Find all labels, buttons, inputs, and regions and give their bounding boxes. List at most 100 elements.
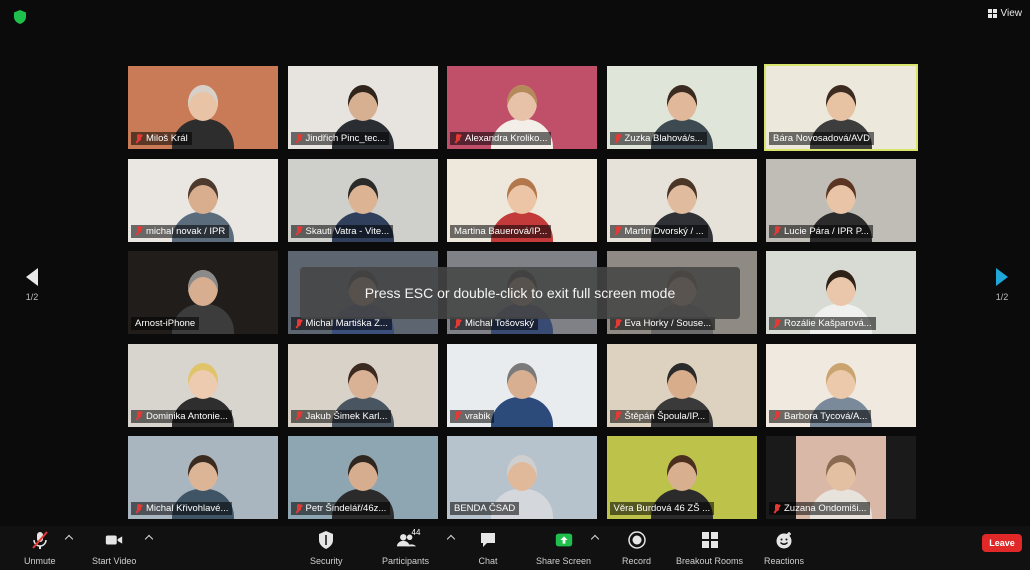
participant-name-tag: Věra Burdová 46 ZŠ ... [609, 502, 715, 515]
participant-name: Rozálie Kašparová... [784, 318, 872, 329]
participant-name: vrabik [465, 410, 491, 422]
participant-name-tag: Skauti Vatra - Vite... [290, 224, 394, 238]
participant-name: Alexandra Kroliko... [465, 133, 548, 144]
record-label: Record [622, 556, 652, 566]
participant-tile[interactable]: Zuzana Ondomiši... [764, 434, 918, 521]
participant-name-tag: BENDA ČSAD [450, 502, 520, 515]
participant-name: Martin Dvorský / ... [624, 225, 704, 237]
participant-tile[interactable]: vrabik [445, 342, 599, 429]
participant-tile[interactable]: Jakub Šimek Karl... [286, 342, 440, 429]
participant-tile[interactable]: Michal Křivohlavé... [126, 434, 280, 521]
participant-tile[interactable]: BENDA ČSAD [445, 434, 599, 521]
mic-muted-icon [773, 411, 781, 421]
participant-name-tag: Martina Bauerová/IP... [450, 224, 552, 238]
security-button[interactable]: Security [310, 530, 343, 566]
participant-name-tag: Bára Novosadová/AVD [769, 132, 874, 145]
record-button[interactable]: Record [622, 530, 651, 566]
breakout-rooms-button[interactable]: Breakout Rooms [676, 530, 743, 566]
participant-name: Štěpán Špoula/IP... [624, 410, 706, 422]
participant-tile[interactable]: Skauti Vatra - Vite... [286, 157, 440, 244]
mic-muted-icon [614, 226, 622, 236]
participant-name-tag: Lucie Pára / IPR P... [769, 224, 873, 238]
breakout-rooms-icon [700, 530, 720, 550]
chat-label: Chat [478, 556, 498, 566]
participant-tile[interactable]: Miloš Král [126, 64, 280, 151]
unmute-button[interactable]: Unmute [24, 530, 56, 566]
participant-tile[interactable]: Barbora Tycová/A... [764, 342, 918, 429]
participant-tile[interactable]: michal novak / IPR [126, 157, 280, 244]
participant-tile[interactable]: Jindřich Pinc_tec... [286, 64, 440, 151]
mic-muted-icon [614, 411, 622, 421]
arrow-left-icon [26, 268, 38, 286]
video-options-caret-icon[interactable] [144, 534, 154, 544]
participant-tile[interactable]: Štěpán Špoula/IP... [605, 342, 759, 429]
participant-name-tag: Martin Dvorský / ... [609, 224, 708, 238]
participant-tile[interactable]: Martin Dvorský / ... [605, 157, 759, 244]
participant-name-tag: Miloš Král [131, 132, 192, 145]
start-video-button[interactable]: Start Video [92, 530, 136, 566]
participant-name: Zuzka Blahová/s... [624, 133, 703, 144]
participant-tile[interactable]: Arnost-iPhone [126, 249, 280, 336]
share-screen-button[interactable]: Share Screen [536, 530, 591, 566]
next-page-button[interactable]: 1/2 [982, 268, 1022, 324]
page-indicator: 1/2 [25, 292, 39, 302]
participant-tile[interactable]: Zuzka Blahová/s... [605, 64, 759, 151]
participant-name: Michal Martiška Z... [305, 318, 388, 329]
participant-tile[interactable]: Dominika Antonie... [126, 342, 280, 429]
participant-name: Michal Křivohlavé... [146, 503, 229, 514]
mic-muted-icon [773, 503, 781, 514]
participant-name-tag: Barbora Tycová/A... [769, 409, 872, 423]
mic-muted-icon [773, 318, 781, 329]
mic-muted-icon [295, 133, 303, 144]
participant-name-tag: vrabik [450, 409, 495, 423]
mic-muted-icon [614, 133, 622, 144]
participant-tile[interactable]: Martina Bauerová/IP... [445, 157, 599, 244]
participants-options-caret-icon[interactable] [446, 534, 456, 544]
participant-tile[interactable]: Rozálie Kašparová... [764, 249, 918, 336]
participant-tile[interactable]: Lucie Pára / IPR P... [764, 157, 918, 244]
security-shield-icon[interactable] [14, 10, 26, 24]
mic-muted-icon [295, 411, 303, 421]
participant-name-tag: Jindřich Pinc_tec... [290, 132, 390, 145]
mic-muted-icon [295, 318, 303, 329]
view-label: View [1000, 8, 1023, 19]
audio-options-caret-icon[interactable] [64, 534, 74, 544]
breakout-rooms-label: Breakout Rooms [676, 556, 744, 566]
chat-bubble-icon [478, 530, 498, 550]
view-button[interactable]: View [987, 8, 1023, 19]
mic-muted-icon [135, 226, 143, 236]
participant-name-tag: Petr Šindelář/46z... [290, 502, 391, 515]
participant-name-tag: Alexandra Kroliko... [450, 132, 552, 145]
leave-button[interactable]: Leave [982, 534, 1022, 552]
video-camera-icon [104, 530, 124, 550]
mic-muted-icon [454, 318, 462, 329]
participants-button[interactable]: 44 Participants [382, 528, 430, 566]
participant-tile[interactable]: Petr Šindelář/46z... [286, 434, 440, 521]
participant-name-tag: Rozálie Kašparová... [769, 317, 876, 330]
participant-name: Lucie Pára / IPR P... [784, 225, 869, 237]
participant-tile[interactable]: Věra Burdová 46 ZŠ ... [605, 434, 759, 521]
participant-name: michal novak / IPR [146, 225, 226, 237]
mic-muted-icon [135, 133, 143, 144]
participant-name-tag: Dominika Antonie... [131, 409, 232, 423]
participants-count: 44 [411, 528, 421, 537]
share-options-caret-icon[interactable] [590, 534, 600, 544]
fullscreen-toast: Press ESC or double-click to exit full s… [300, 267, 740, 319]
record-icon [627, 530, 647, 550]
reactions-button[interactable]: Reactions [764, 530, 804, 566]
toast-message: Press ESC or double-click to exit full s… [364, 285, 676, 301]
participant-name-tag: Štěpán Špoula/IP... [609, 409, 710, 423]
mic-muted-icon [135, 503, 143, 514]
participants-label: Participants [382, 556, 430, 566]
mic-muted-icon [30, 530, 50, 550]
chat-button[interactable]: Chat [478, 530, 498, 566]
participant-name: Bára Novosadová/AVD [773, 133, 870, 144]
participant-tile[interactable]: Alexandra Kroliko... [445, 64, 599, 151]
participant-name-tag: Jakub Šimek Karl... [290, 409, 392, 423]
mic-muted-icon [295, 503, 303, 514]
grid-icon [987, 9, 997, 18]
previous-page-button[interactable]: 1/2 [12, 268, 52, 324]
participant-tile[interactable]: Bára Novosadová/AVD [764, 64, 918, 151]
participant-name: Jindřich Pinc_tec... [305, 133, 386, 144]
participant-name-tag: Michal Křivohlavé... [131, 502, 233, 515]
